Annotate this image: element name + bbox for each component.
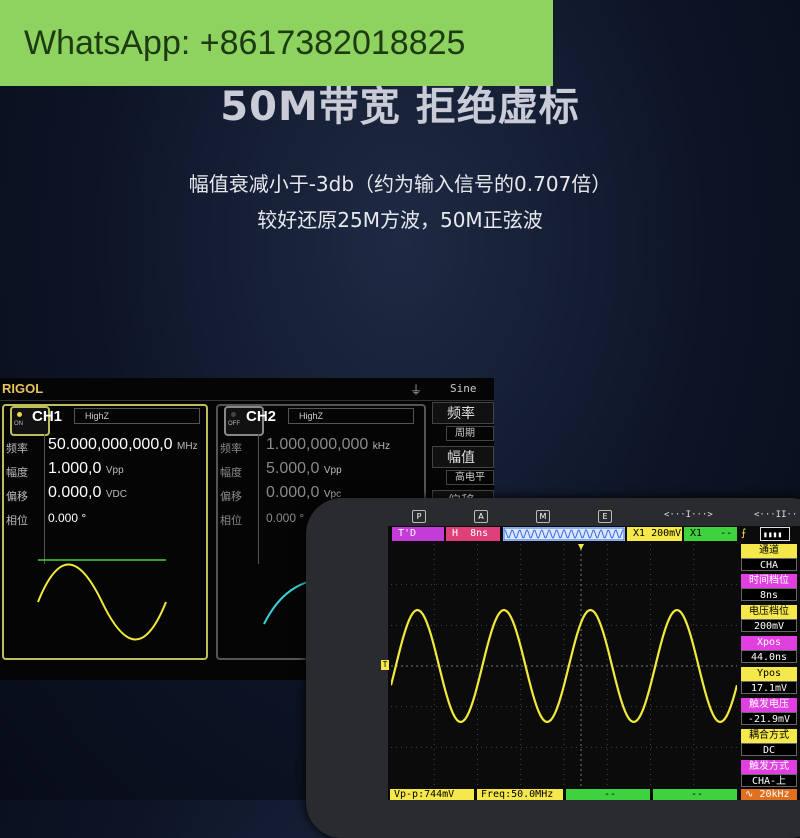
- side-value-trigger-mode: CHA-上: [741, 774, 797, 787]
- menu-amplitude-button[interactable]: 幅值: [432, 446, 494, 468]
- cursor-1-label[interactable]: <···I···>: [664, 510, 713, 520]
- channel-2-impedance: HighZ: [288, 408, 414, 424]
- side-value-timebase: 8ns: [741, 588, 797, 601]
- measure-frequency[interactable]: Freq:50.0MHz: [477, 789, 563, 800]
- trigger-edge-icon: ⨍: [741, 528, 747, 539]
- trigger-frequency-readout: ∿ 20kHz: [741, 789, 797, 800]
- channel-2-state: OFF: [228, 421, 240, 427]
- promo-line-1: 幅值衰减小于-3db（约为输入信号的0.707倍）: [188, 172, 612, 196]
- channel-1-impedance: HighZ: [74, 408, 200, 424]
- channel-marker[interactable]: T: [381, 660, 389, 670]
- side-value-channel: CHA: [741, 558, 797, 571]
- param-label: 相位: [220, 515, 242, 527]
- side-value-xpos: 44.0ns: [741, 650, 797, 663]
- side-label-trigger-voltage[interactable]: 触发电压: [741, 698, 797, 712]
- param-label: 幅度: [220, 467, 242, 479]
- ch1-offset-row[interactable]: 偏移 0.000,0 VDC: [4, 484, 206, 508]
- param-value: 50.000,000,000,0 MHz: [48, 436, 198, 453]
- wave-type-label: Sine: [450, 382, 477, 395]
- usb-icon: ⏚: [410, 383, 423, 397]
- param-value: 5.000,0 Vpp: [266, 460, 342, 477]
- measure-slot-4[interactable]: --: [653, 789, 737, 800]
- tab-a[interactable]: A: [474, 510, 488, 523]
- channel-2-name: CH2: [246, 408, 277, 425]
- side-label-timebase[interactable]: 时间档位: [741, 574, 797, 588]
- cursor-2-label[interactable]: <···II··: [754, 510, 797, 520]
- promo-headline: 50M带宽 拒绝虚标: [220, 84, 580, 130]
- channel-1-wave-preview: [37, 559, 167, 641]
- wave-icon: ∿: [745, 789, 754, 800]
- side-value-ypos: 17.1mV: [741, 681, 797, 694]
- side-label-xpos[interactable]: Xpos: [741, 636, 797, 650]
- tab-p[interactable]: P: [412, 510, 426, 523]
- ch2-freq-row[interactable]: 频率 1.000,000,000 kHz: [218, 436, 424, 460]
- menu-period-option[interactable]: 周期: [446, 426, 494, 441]
- param-label: 频率: [6, 443, 28, 455]
- ch1-amp-row[interactable]: 幅度 1.000,0 Vpp: [4, 460, 206, 484]
- measure-vpp[interactable]: Vp-p:744mV: [390, 789, 474, 800]
- channel-2-status-led: [231, 412, 236, 417]
- param-label: 偏移: [220, 491, 242, 503]
- param-value: 0.000,0 VDC: [48, 484, 127, 501]
- channel-1-state: ON: [14, 421, 23, 427]
- channel-1-name: CH1: [32, 408, 63, 425]
- param-value: 1.000,000,000 kHz: [266, 436, 391, 453]
- ch2-amp-row[interactable]: 幅度 5.000,0 Vpp: [218, 460, 424, 484]
- menu-frequency-button[interactable]: 频率: [432, 402, 494, 424]
- param-value: 0.000 °: [48, 511, 87, 525]
- waveform-display[interactable]: [391, 544, 737, 788]
- channel-1-panel[interactable]: ON CH1 HighZ 频率 50.000,000,000,0 MHz 幅度 …: [2, 404, 208, 660]
- menu-high-level-option[interactable]: 高电平: [446, 470, 494, 485]
- ch1-phase-row[interactable]: 相位 0.000 °: [4, 508, 206, 532]
- param-value: 0.000 °: [266, 511, 305, 525]
- side-value-voltage: 200mV: [741, 619, 797, 632]
- side-value-coupling: DC: [741, 743, 797, 756]
- side-label-voltage[interactable]: 电压档位: [741, 605, 797, 619]
- side-label-coupling[interactable]: 耦合方式: [741, 729, 797, 743]
- channel-1-status-led: [17, 412, 22, 417]
- side-label-trigger-mode[interactable]: 触发方式: [741, 760, 797, 774]
- param-label: 相位: [6, 515, 28, 527]
- timebase-indicator[interactable]: H 8ns: [446, 527, 500, 541]
- ch1-freq-row[interactable]: 频率 50.000,000,000,0 MHz: [4, 436, 206, 460]
- brand-logo: RIGOL: [2, 381, 44, 396]
- param-label: 偏移: [6, 491, 28, 503]
- generator-title-bar: RIGOL ⏚ Sine: [0, 378, 494, 401]
- side-label-ypos[interactable]: Ypos: [741, 667, 797, 681]
- waveform-overview-bar[interactable]: [503, 527, 625, 541]
- channel-2-scale-indicator[interactable]: X1 --: [684, 527, 737, 541]
- param-value: 1.000,0 Vpp: [48, 460, 124, 477]
- param-label: 幅度: [6, 467, 28, 479]
- trigger-mode-indicator[interactable]: T'D: [392, 527, 444, 541]
- measure-slot-3[interactable]: --: [566, 789, 650, 800]
- tab-m[interactable]: M: [536, 510, 550, 523]
- tab-e[interactable]: E: [598, 510, 612, 523]
- promo-line-2: 较好还原25M方波，50M正弦波: [257, 208, 543, 232]
- battery-icon: ▮▮▮▮: [760, 527, 790, 541]
- side-value-trigger-voltage: -21.9mV: [741, 712, 797, 725]
- side-label-channel[interactable]: 通道: [741, 544, 797, 558]
- channel-scale-indicator[interactable]: X1 200mV: [627, 527, 682, 541]
- param-label: 频率: [220, 443, 242, 455]
